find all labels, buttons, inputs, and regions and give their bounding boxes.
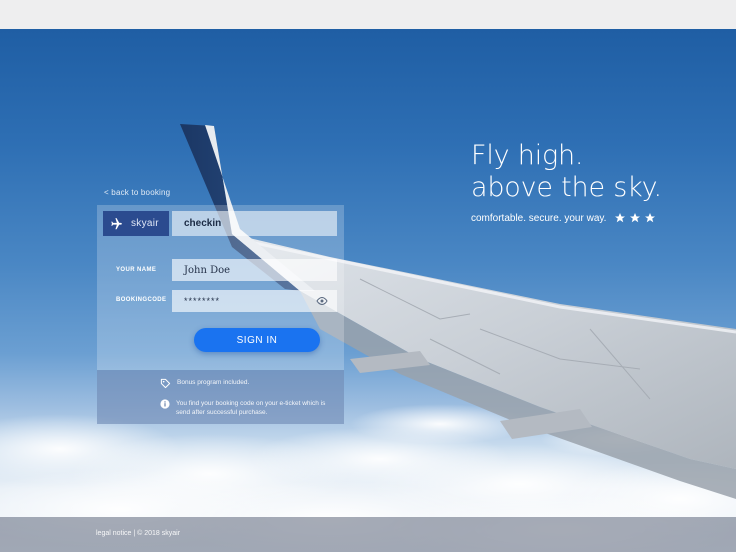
- bonus-info: Bonus program included.: [160, 378, 249, 389]
- tag-icon: [160, 378, 171, 389]
- star-icon: [615, 213, 626, 223]
- bookingcode-value: ********: [184, 296, 221, 306]
- bonus-text: Bonus program included.: [177, 379, 250, 386]
- ticket-info: You find your booking code on your e-tic…: [160, 399, 330, 417]
- hero-line-2: above the sky.: [471, 172, 662, 203]
- sign-in-button[interactable]: SIGN IN: [194, 328, 320, 352]
- hero-line-1: Fly high.: [471, 140, 584, 171]
- rating-stars: [614, 212, 656, 224]
- eye-icon[interactable]: [316, 296, 328, 306]
- tab-checkin[interactable]: checkin: [172, 211, 337, 236]
- footer: legal notice | © 2018 skyair: [0, 517, 736, 552]
- checkin-panel: skyair checkin YOUR NAME John Doe BOOKIN…: [97, 205, 344, 424]
- hero-heading: Fly high. above the sky.: [471, 140, 662, 204]
- legal-notice-link[interactable]: legal notice | © 2018 skyair: [96, 530, 180, 537]
- tagline: comfortable. secure. your way.: [471, 212, 656, 224]
- tagline-text: comfortable. secure. your way.: [471, 212, 607, 224]
- back-to-booking-link[interactable]: < back to booking: [104, 188, 170, 197]
- star-icon: [645, 213, 656, 223]
- name-label: YOUR NAME: [116, 267, 157, 273]
- star-icon: [630, 213, 641, 223]
- bookingcode-field[interactable]: ********: [172, 290, 337, 312]
- plane-icon: [111, 217, 122, 229]
- name-field[interactable]: John Doe: [172, 259, 337, 281]
- brand-name: skyair: [131, 218, 159, 229]
- ticket-text: You find your booking code on your e-tic…: [176, 400, 326, 416]
- bookingcode-label: BOOKINGCODE: [116, 297, 167, 303]
- brand-tab[interactable]: skyair: [103, 211, 169, 236]
- info-box: Bonus program included. You find your bo…: [97, 370, 344, 424]
- info-icon: [160, 399, 170, 409]
